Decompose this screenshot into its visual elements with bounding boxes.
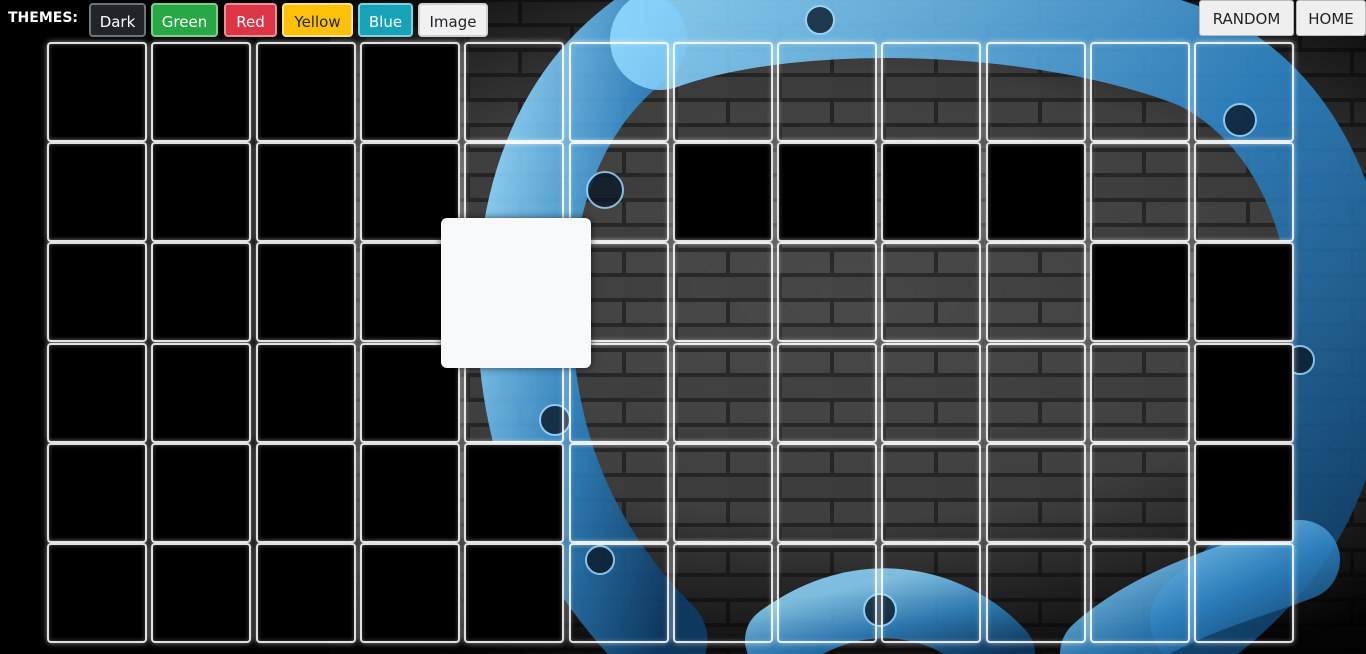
grid-cell[interactable] [777,142,877,242]
grid-cell[interactable] [151,543,251,643]
grid-cell[interactable] [1090,343,1190,443]
grid-cell[interactable] [1194,343,1294,443]
grid-cell[interactable] [151,343,251,443]
grid-cell[interactable] [151,142,251,242]
grid-cell[interactable] [673,142,773,242]
grid-cell[interactable] [151,42,251,142]
grid-cell[interactable] [569,543,669,643]
grid-cell[interactable] [1090,443,1190,543]
grid-cell[interactable] [881,343,981,443]
grid-cell[interactable] [47,142,147,242]
grid-cell[interactable] [673,543,773,643]
grid-cell[interactable] [986,343,1086,443]
theme-green-button[interactable]: Green [151,3,218,37]
theme-blue-button[interactable]: Blue [358,3,413,37]
grid-cell[interactable] [673,242,773,342]
grid-cell[interactable] [777,343,877,443]
theme-red-button[interactable]: Red [224,3,277,37]
grid-cell[interactable] [256,242,356,342]
grid-cell[interactable] [986,42,1086,142]
grid-cell[interactable] [256,543,356,643]
grid-cell[interactable] [777,543,877,643]
grid-cell[interactable] [1090,242,1190,342]
grid-cell[interactable] [256,142,356,242]
grid-cell[interactable] [47,443,147,543]
grid-cell[interactable] [256,42,356,142]
grid-cell[interactable] [881,543,981,643]
grid-cell[interactable] [777,242,877,342]
grid-cell[interactable] [569,443,669,543]
grid-cell[interactable] [1194,543,1294,643]
grid-cell[interactable] [1090,543,1190,643]
dragged-tile[interactable] [441,218,591,368]
grid-cell[interactable] [986,443,1086,543]
app-stage: THEMES: Dark Green Red Yellow Blue Image… [0,0,1366,654]
grid-cell[interactable] [1090,42,1190,142]
grid-cell[interactable] [881,42,981,142]
grid-cell[interactable] [1194,242,1294,342]
grid-cell[interactable] [360,42,460,142]
grid-cell[interactable] [986,142,1086,242]
theme-yellow-button[interactable]: Yellow [282,3,353,37]
random-button[interactable]: RANDOM [1199,0,1294,36]
theme-image-button[interactable]: Image [418,3,488,37]
grid-cell[interactable] [1194,443,1294,543]
grid-cell[interactable] [464,543,564,643]
grid-cell[interactable] [1194,142,1294,242]
tile-grid [47,42,1297,643]
grid-cell[interactable] [986,242,1086,342]
grid-cell[interactable] [256,443,356,543]
grid-cell[interactable] [673,443,773,543]
grid-cell[interactable] [777,443,877,543]
themes-label: THEMES: [8,10,79,26]
grid-cell[interactable] [360,543,460,643]
grid-cell[interactable] [569,42,669,142]
grid-cell[interactable] [360,443,460,543]
home-button[interactable]: HOME [1296,0,1366,36]
theme-dark-button[interactable]: Dark [89,3,146,37]
grid-cell[interactable] [777,42,877,142]
grid-cell[interactable] [673,343,773,443]
grid-cell[interactable] [1194,42,1294,142]
grid-cell[interactable] [256,343,356,443]
grid-cell[interactable] [881,443,981,543]
grid-cell[interactable] [151,242,251,342]
grid-cell[interactable] [986,543,1086,643]
grid-cell[interactable] [47,242,147,342]
grid-cell[interactable] [47,42,147,142]
grid-cell[interactable] [881,142,981,242]
grid-cell[interactable] [464,42,564,142]
grid-cell[interactable] [47,543,147,643]
grid-cell[interactable] [47,343,147,443]
grid-cell[interactable] [881,242,981,342]
grid-cell[interactable] [464,443,564,543]
grid-cell[interactable] [151,443,251,543]
grid-cell[interactable] [673,42,773,142]
grid-cell[interactable] [1090,142,1190,242]
